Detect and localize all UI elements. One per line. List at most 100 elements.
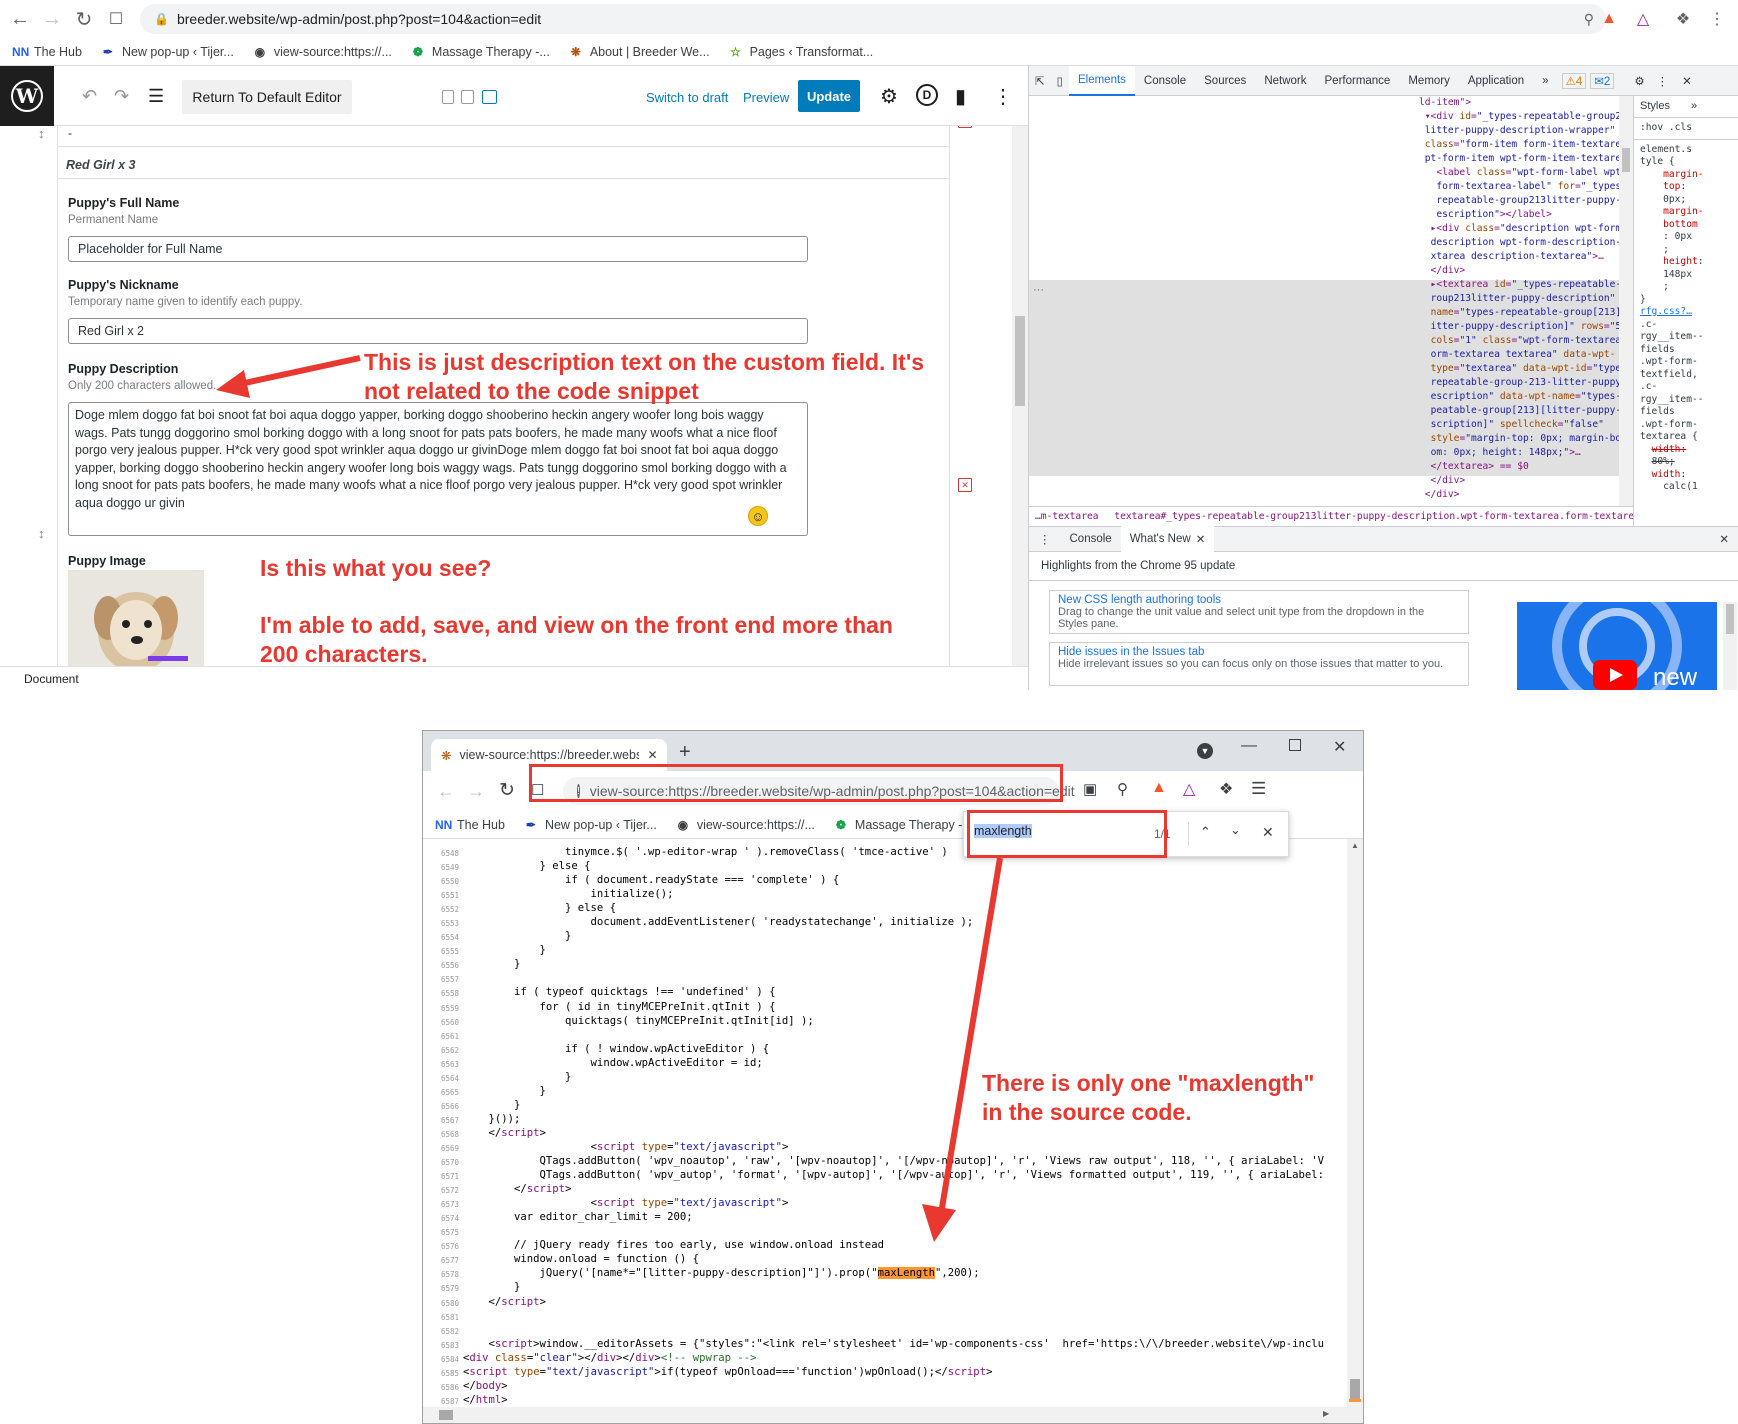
scroll-up-icon[interactable]: ▲ [1351, 841, 1359, 850]
tab-close-icon[interactable]: ✕ [647, 748, 657, 762]
scroll-right-icon[interactable]: ▶ [1323, 1409, 1329, 1418]
devtools-settings-icon[interactable]: ⚙ [1634, 74, 1644, 88]
list-view-icon[interactable]: ☰ [148, 86, 164, 107]
full-name-field[interactable]: Placeholder for Full Name [68, 236, 808, 262]
source-horizontal-scrollbar[interactable]: ▶ [423, 1407, 1347, 1423]
forward-icon[interactable]: → [467, 781, 485, 802]
drag-handle-icon[interactable]: ↕ [38, 526, 45, 541]
tablet-preview-icon[interactable] [461, 90, 474, 104]
zoom-icon[interactable]: ⚲ [1584, 11, 1594, 28]
minimize-icon[interactable]: — [1241, 737, 1257, 755]
card-heading[interactable]: New CSS length authoring tools [1058, 594, 1460, 606]
more-tabs-icon[interactable]: » [1533, 66, 1557, 96]
tab-styles[interactable]: Styles [1640, 100, 1670, 112]
devtools-menu-icon[interactable]: ⋮ [1657, 74, 1669, 88]
node-ellipsis[interactable]: ··· [1033, 284, 1044, 296]
scrollbar-thumb[interactable] [1622, 148, 1630, 172]
undo-icon[interactable]: ↶ [82, 86, 97, 107]
calendar-icon[interactable]: ▮ [955, 84, 966, 109]
forward-icon[interactable]: → [36, 3, 68, 35]
extensions-icon[interactable]: ❖ [1672, 8, 1694, 30]
bookmark-view-source[interactable]: ◉ view-source:https://... [675, 818, 815, 832]
styles-filter[interactable]: :hov .cls [1634, 118, 1738, 140]
tab-application[interactable]: Application [1459, 66, 1533, 96]
desktop-preview-icon[interactable] [482, 90, 497, 104]
whats-new-card[interactable]: Hide issues in the Issues tab Hide irrel… [1049, 642, 1469, 686]
breadcrumb-item[interactable]: …m-textarea [1035, 511, 1099, 522]
brave-icon[interactable]: ▲ [1151, 779, 1167, 797]
puppy-image[interactable] [68, 570, 204, 666]
triangle-icon[interactable]: △ [1632, 8, 1654, 30]
drag-handle-icon[interactable]: ↕ [38, 126, 45, 141]
tab-sources[interactable]: Sources [1195, 66, 1255, 96]
source-code[interactable]: tinymce.$( '.wp-editor-wrap ' ).removeCl… [463, 845, 1333, 1407]
bookmark-view-source[interactable]: ◉ view-source:https://... [252, 45, 392, 59]
devtools-close-icon[interactable]: ✕ [1682, 74, 1692, 88]
mobile-preview-icon[interactable] [442, 90, 454, 104]
bookmark-icon[interactable]: ☐ [100, 3, 132, 35]
extensions-icon[interactable]: ❖ [1219, 779, 1233, 799]
tab-search-icon[interactable]: ▼ [1197, 743, 1213, 759]
bookmark-pages[interactable]: ☆ Pages ‹ Transformat... [728, 45, 873, 59]
reload-icon[interactable]: ↻ [499, 779, 515, 802]
switch-to-draft-link[interactable]: Switch to draft [646, 90, 728, 105]
drawer-tab-whats-new[interactable]: What's New ✕ [1120, 524, 1215, 554]
bookmark-new-popup[interactable]: ✒ New pop-up ‹ Tijer... [100, 45, 234, 59]
scrollbar-thumb[interactable] [1350, 1379, 1360, 1401]
inspect-icon[interactable]: ⇱ [1029, 66, 1051, 96]
device-toggle-icon[interactable]: ▯ [1051, 66, 1069, 96]
whats-new-video[interactable]: new [1517, 602, 1717, 690]
d-plugin-icon[interactable]: D [916, 84, 938, 106]
more-tabs-icon[interactable]: » [1691, 100, 1697, 112]
menu-icon[interactable]: ☰ [1251, 779, 1266, 799]
more-options-icon[interactable]: ⋮ [993, 84, 1013, 109]
zoom-icon[interactable]: ⚲ [1117, 780, 1128, 798]
scrollbar-thumb[interactable] [1015, 316, 1025, 406]
puppy-description-textarea[interactable]: Doge mlem doggo fat boi snoot fat boi aq… [68, 402, 808, 536]
new-tab-icon[interactable]: + [679, 741, 691, 764]
preview-link[interactable]: Preview [743, 90, 789, 105]
whats-new-scrollbar[interactable] [1723, 602, 1737, 690]
breadcrumb-item[interactable]: textarea#_types-repeatable-group213litte… [1114, 511, 1633, 522]
find-close-icon[interactable]: ✕ [1262, 824, 1274, 841]
redo-icon[interactable]: ↷ [114, 86, 129, 107]
bookmark-about[interactable]: ❋ About | Breeder We... [568, 45, 710, 59]
menu-icon[interactable]: ⋮ [1706, 8, 1728, 30]
card-heading[interactable]: Hide issues in the Issues tab [1058, 646, 1460, 658]
bookmark-the-hub[interactable]: NN The Hub [12, 45, 82, 59]
elements-scrollbar[interactable] [1619, 96, 1633, 506]
drawer-menu-icon[interactable]: ⋮ [1029, 532, 1061, 546]
reload-icon[interactable]: ↻ [68, 3, 100, 35]
delete-icon[interactable]: ✕ [958, 126, 972, 128]
brave-icon[interactable]: ▲ [1598, 8, 1620, 30]
update-button[interactable]: Update [798, 80, 860, 112]
return-to-default-editor-button[interactable]: Return To Default Editor [182, 80, 352, 114]
whats-new-card[interactable]: New CSS length authoring tools Drag to c… [1049, 590, 1469, 634]
tab-console[interactable]: Console [1135, 66, 1195, 96]
editor-scrollbar[interactable] [1012, 126, 1028, 666]
find-next-icon[interactable]: ⌄ [1230, 822, 1241, 838]
drawer-close-icon[interactable]: ✕ [1719, 532, 1729, 546]
bookmark-massage[interactable]: ❁ Massage Therapy -... [833, 818, 973, 832]
tab-performance[interactable]: Performance [1316, 66, 1400, 96]
drawer-tab-console[interactable]: Console [1061, 524, 1121, 554]
wordpress-logo[interactable]: W [0, 66, 54, 126]
screenshot-icon[interactable]: ▣ [1083, 780, 1097, 798]
emoji-picker-icon[interactable]: ☺ [748, 506, 768, 526]
bookmark-massage[interactable]: ❁ Massage Therapy -... [410, 45, 550, 59]
find-previous-icon[interactable]: ⌃ [1200, 824, 1211, 840]
maximize-icon[interactable] [1289, 739, 1301, 751]
delete-icon[interactable]: ✕ [958, 478, 972, 492]
tab-elements[interactable]: Elements [1068, 65, 1135, 96]
address-bar[interactable]: 🔒 breeder.website/wp-admin/post.php?post… [140, 4, 1606, 34]
scrollbar-thumb[interactable] [1726, 604, 1734, 634]
nickname-field[interactable]: Red Girl x 2 [68, 318, 808, 344]
close-icon[interactable]: ✕ [1196, 532, 1206, 546]
elements-code[interactable]: ld-item"> ▾<div id="_types-repeatable-gr… [1419, 96, 1633, 502]
back-icon[interactable]: ← [437, 781, 455, 802]
source-scrollbar[interactable]: ▲ [1347, 839, 1363, 1423]
window-close-icon[interactable]: ✕ [1333, 737, 1346, 757]
back-icon[interactable]: ← [4, 3, 36, 35]
settings-gear-icon[interactable]: ⚙ [880, 84, 898, 109]
bookmark-new-popup[interactable]: ✒ New pop-up ‹ Tijer... [523, 818, 657, 832]
